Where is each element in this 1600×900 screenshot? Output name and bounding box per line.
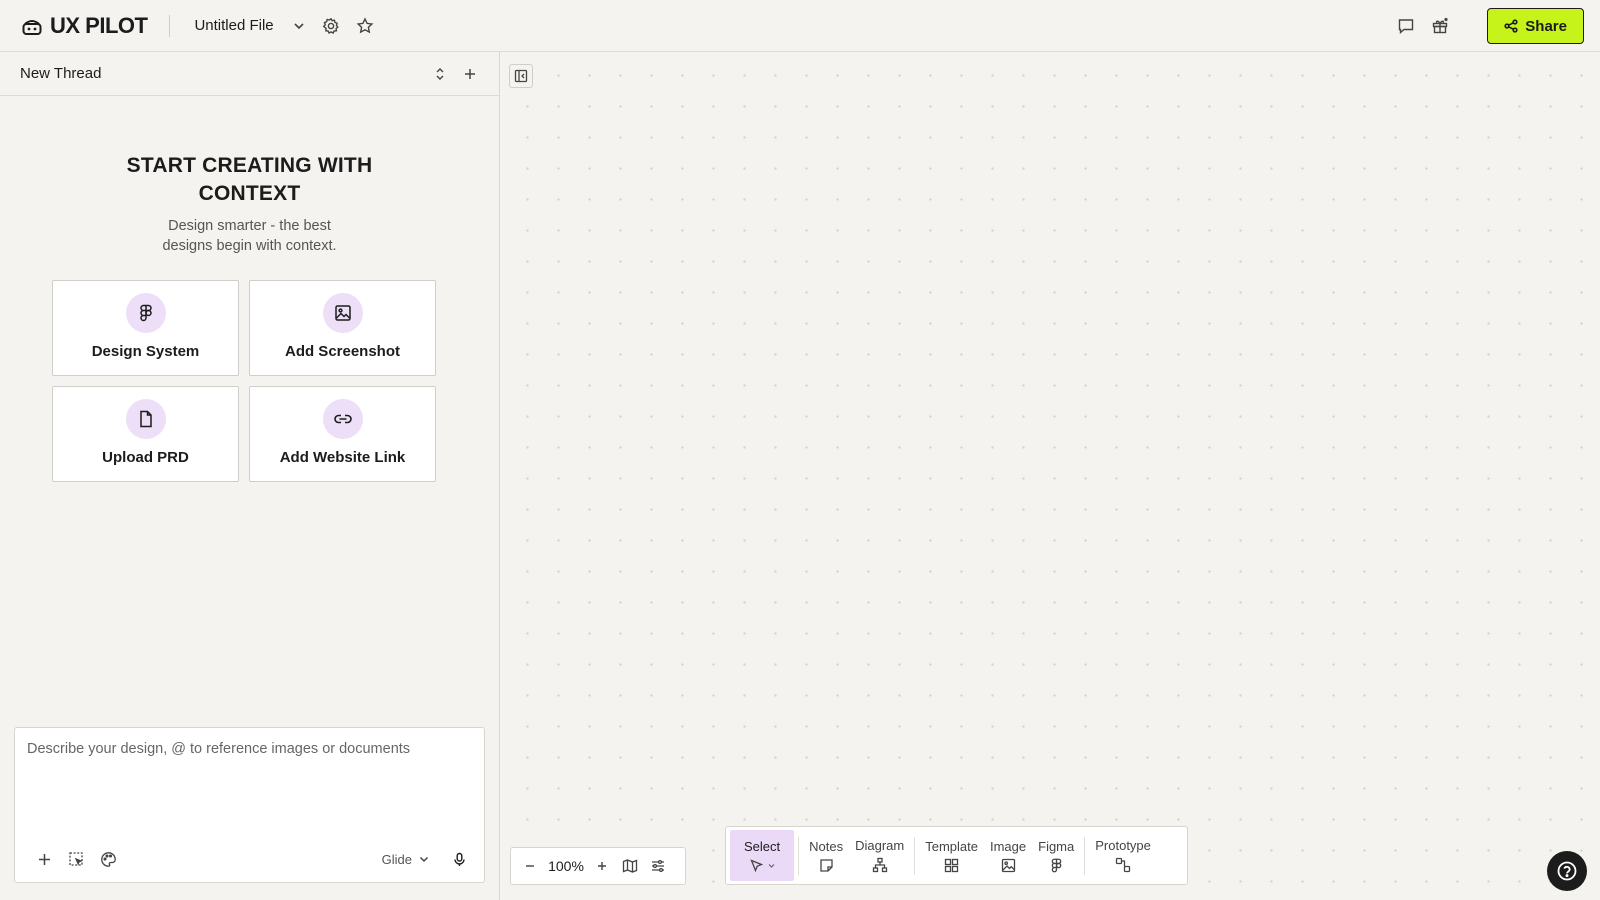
select-area-icon[interactable]: [63, 846, 89, 872]
help-icon: [1557, 861, 1577, 881]
template-icon: [944, 858, 959, 872]
model-label: Glide: [381, 851, 412, 867]
plus-icon[interactable]: [31, 846, 57, 872]
divider: [798, 836, 800, 875]
tool-label: Select: [744, 838, 781, 854]
file-name[interactable]: Untitled File: [194, 17, 273, 34]
card-label: Add Website Link: [279, 448, 406, 466]
empty-state-title: START CREATING WITH CONTEXT: [126, 154, 373, 205]
help-button[interactable]: [1547, 851, 1587, 891]
zoom-in-icon[interactable]: [589, 853, 615, 879]
empty-state-subtitle: Design smarter - the best designs begin …: [162, 218, 337, 254]
file-icon: [125, 398, 166, 439]
tool-label: Template: [925, 838, 978, 854]
tool-label: Notes: [809, 838, 844, 854]
divider: [169, 14, 171, 37]
tool-label: Figma: [1038, 838, 1075, 854]
design-canvas[interactable]: 100% Select Notes Diagram Template Image…: [500, 52, 1600, 900]
card-label: Upload PRD: [102, 448, 189, 466]
sliders-icon[interactable]: [645, 853, 671, 879]
share-label: Share: [1525, 17, 1567, 35]
context-cards: Design System Add Screenshot Upload PRD: [52, 280, 499, 482]
tool-label: Image: [989, 838, 1027, 854]
top-bar: UX PILOT Untitled File Share: [0, 0, 1600, 52]
zoom-level[interactable]: 100%: [545, 858, 587, 874]
tool-prototype[interactable]: Prototype: [1089, 830, 1157, 881]
prompt-box: Glide: [14, 727, 485, 883]
thread-header: New Thread: [0, 52, 499, 96]
new-thread-plus-icon[interactable]: [457, 61, 483, 87]
comment-icon[interactable]: [1393, 13, 1419, 39]
map-icon[interactable]: [617, 853, 643, 879]
share-icon: [1504, 19, 1518, 33]
tool-diagram[interactable]: Diagram: [849, 830, 910, 881]
pilot-logo-icon: [21, 15, 43, 37]
chevron-down-icon[interactable]: [286, 13, 312, 39]
logo[interactable]: UX PILOT: [21, 12, 148, 39]
tool-select[interactable]: Select: [730, 830, 795, 881]
diagram-icon: [872, 857, 887, 873]
model-select[interactable]: Glide: [382, 852, 430, 867]
image-icon: [1001, 858, 1015, 872]
empty-state: START CREATING WITH CONTEXT Design smart…: [0, 152, 499, 256]
figma-icon: [125, 292, 166, 333]
tool-label: Diagram: [855, 838, 905, 853]
palette-icon[interactable]: [95, 846, 121, 872]
gear-icon[interactable]: [318, 13, 344, 39]
chevron-down-icon: [419, 856, 429, 863]
microphone-icon[interactable]: [446, 846, 472, 872]
share-button[interactable]: Share: [1487, 8, 1584, 44]
tool-label: Prototype: [1095, 838, 1151, 853]
link-icon: [322, 398, 363, 439]
tool-image[interactable]: Image: [984, 830, 1032, 881]
canvas-toolbar: Select Notes Diagram Template Image Figm…: [725, 826, 1188, 885]
card-label: Add Screenshot: [284, 342, 401, 360]
expand-collapse-icon[interactable]: [427, 61, 453, 87]
note-icon: [819, 858, 833, 872]
add-website-link-card[interactable]: Add Website Link: [249, 386, 436, 482]
chat-panel: New Thread START CREATING WITH CONTEXT D…: [0, 52, 500, 900]
tool-notes[interactable]: Notes: [803, 830, 849, 881]
zoom-controls: 100%: [510, 847, 686, 885]
tool-template[interactable]: Template: [919, 830, 984, 881]
design-system-card[interactable]: Design System: [52, 280, 239, 376]
prompt-input[interactable]: [15, 728, 484, 770]
zoom-out-icon[interactable]: [517, 853, 543, 879]
card-label: Design System: [91, 342, 200, 360]
add-screenshot-card[interactable]: Add Screenshot: [249, 280, 436, 376]
star-icon[interactable]: [352, 13, 378, 39]
divider: [1084, 836, 1086, 875]
prototype-icon: [1115, 857, 1131, 873]
divider: [914, 836, 916, 875]
gift-icon[interactable]: [1427, 13, 1453, 39]
figma-icon: [1051, 858, 1062, 872]
thread-title[interactable]: New Thread: [20, 65, 101, 82]
collapse-panel-icon[interactable]: [509, 64, 533, 88]
tool-figma[interactable]: Figma: [1032, 830, 1080, 881]
header-actions: Share: [1393, 8, 1584, 44]
app-name: UX PILOT: [50, 12, 148, 38]
upload-prd-card[interactable]: Upload PRD: [52, 386, 239, 482]
image-icon: [322, 292, 363, 333]
chevron-down-icon: [768, 863, 774, 868]
cursor-icon: [749, 858, 763, 872]
